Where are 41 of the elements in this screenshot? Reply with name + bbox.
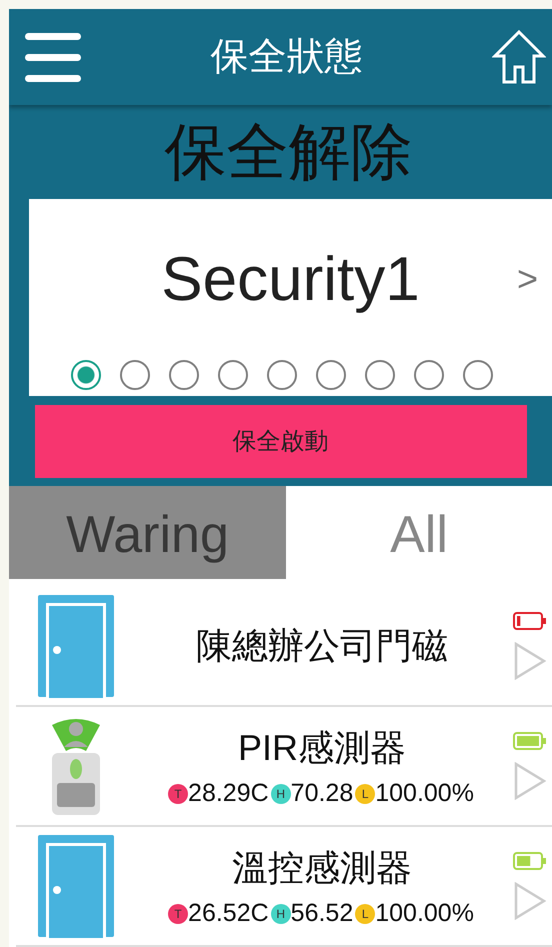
reading-badge: L bbox=[355, 904, 376, 924]
pager-dot[interactable] bbox=[316, 360, 346, 390]
pager-dot[interactable] bbox=[414, 360, 444, 390]
reading-badge: T bbox=[168, 784, 188, 804]
reading-value: 100.00% bbox=[375, 779, 474, 808]
device-row[interactable]: PIR感測器 T 28.29C H 70.28 L 100.00% bbox=[16, 707, 552, 827]
battery-icon bbox=[513, 852, 547, 870]
battery-icon bbox=[513, 732, 547, 750]
reading-badge: H bbox=[270, 784, 291, 804]
device-row[interactable]: 溫控感測器 T 26.52C H 56.52 L 100.00% bbox=[16, 827, 552, 947]
motion-sensor-icon bbox=[50, 717, 102, 815]
security-status: 保全解除 bbox=[164, 116, 412, 188]
reading-value: 56.52 bbox=[290, 899, 354, 928]
reading-badge: T bbox=[168, 904, 188, 924]
reading-badge: L bbox=[355, 784, 376, 804]
pager-dot[interactable] bbox=[462, 360, 492, 390]
door-icon bbox=[37, 834, 115, 938]
pager-dot[interactable] bbox=[266, 360, 296, 390]
card-title: Security1 bbox=[161, 244, 420, 314]
home-button[interactable] bbox=[492, 28, 546, 85]
reading-value: 26.52C bbox=[188, 899, 269, 928]
pager-dot[interactable] bbox=[120, 360, 150, 390]
reading-badge: H bbox=[270, 904, 291, 924]
pager-dot[interactable] bbox=[70, 360, 100, 390]
reading-value: 28.29C bbox=[188, 779, 269, 808]
pager-dot[interactable] bbox=[364, 360, 394, 390]
device-name: 溫控感測器 bbox=[232, 846, 412, 890]
device-row[interactable]: 陳總辦公司門磁 bbox=[16, 587, 552, 707]
door-icon bbox=[37, 594, 115, 698]
pager-dot[interactable] bbox=[218, 360, 248, 390]
reading-value: 100.00% bbox=[375, 899, 474, 928]
device-name: PIR感測器 bbox=[238, 726, 406, 770]
device-name: 陳總辦公司門磁 bbox=[196, 624, 448, 668]
arm-button[interactable]: 保全啟動 bbox=[34, 404, 526, 478]
next-button[interactable]: > bbox=[516, 258, 538, 300]
screen-title: 保全狀態 bbox=[210, 35, 362, 80]
reading-value: 70.28 bbox=[290, 779, 354, 808]
battery-icon bbox=[513, 612, 547, 630]
pager-dot[interactable] bbox=[168, 360, 198, 390]
menu-button[interactable] bbox=[25, 30, 81, 83]
filter-tab[interactable]: Waring bbox=[9, 486, 286, 579]
